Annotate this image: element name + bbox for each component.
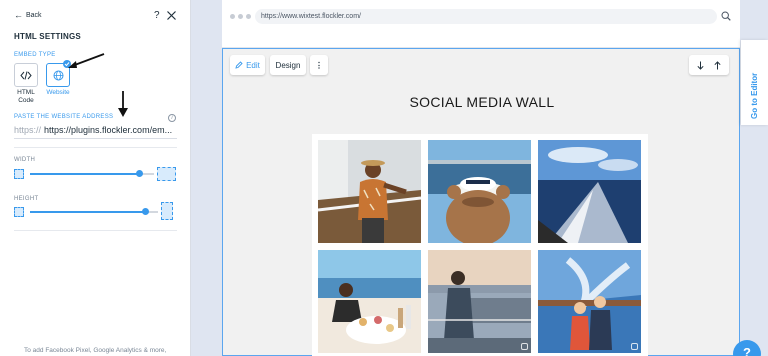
edit-label: Edit <box>246 60 260 70</box>
back-arrow-icon: ← <box>14 10 23 20</box>
move-down-icon[interactable] <box>697 61 704 70</box>
height-slider[interactable] <box>14 202 177 222</box>
annotation-arrow-icon <box>118 91 128 117</box>
url-protocol: https:// <box>14 125 42 135</box>
feed-photo[interactable] <box>538 250 641 353</box>
panel-title: HTML SETTINGS <box>14 32 81 41</box>
code-icon <box>20 70 32 80</box>
website-address-label: PASTE THE WEBSITE ADDRESS <box>14 114 114 120</box>
feed-photo[interactable] <box>318 250 421 353</box>
instagram-icon <box>631 343 638 350</box>
wall-title: SOCIAL MEDIA WALL <box>409 94 555 110</box>
feed-photo[interactable] <box>428 250 531 353</box>
go-to-editor-label: Go to Editor <box>750 72 759 119</box>
url-value: https://plugins.flockler.com/em... <box>44 125 173 135</box>
footnote-text: To add Facebook Pixel, Google Analytics … <box>24 347 167 354</box>
instagram-icon <box>521 343 528 350</box>
divider <box>14 147 177 148</box>
annotation-arrow-icon <box>68 53 105 68</box>
pencil-icon <box>235 61 243 69</box>
more-button[interactable]: ⋮ <box>310 55 328 75</box>
embed-option-html-code-label: HTML Code <box>17 89 35 104</box>
address-bar[interactable]: https://www.wixtest.flockler.com/ <box>255 9 717 24</box>
arrange-buttons <box>689 55 729 75</box>
edit-button[interactable]: Edit <box>230 55 265 75</box>
selected-check-icon <box>63 60 71 68</box>
feed-photo[interactable] <box>538 140 641 243</box>
width-max-icon <box>157 167 176 181</box>
width-slider[interactable] <box>14 164 177 184</box>
social-feed-grid <box>312 134 648 356</box>
move-up-icon[interactable] <box>714 60 721 70</box>
divider <box>14 230 177 231</box>
help-button[interactable]: ? <box>154 10 160 21</box>
embed-option-html-code[interactable] <box>14 63 38 87</box>
design-button[interactable]: Design <box>270 55 306 75</box>
info-icon[interactable]: i <box>168 114 176 122</box>
width-slider-handle[interactable] <box>136 170 143 177</box>
go-to-editor-button[interactable]: Go to Editor <box>741 40 768 125</box>
window-dots <box>230 14 251 19</box>
zoom-icon[interactable] <box>721 11 731 21</box>
height-slider-handle[interactable] <box>142 208 149 215</box>
width-min-icon <box>14 169 24 179</box>
height-slider-fill <box>30 211 145 213</box>
close-icon[interactable] <box>166 10 177 21</box>
back-label: Back <box>26 12 42 19</box>
website-address-field[interactable]: https:// https://plugins.flockler.com/em… <box>14 122 177 139</box>
back-button[interactable]: ← Back <box>14 11 42 20</box>
height-max-icon <box>161 202 173 220</box>
site-preview: https://www.wixtest.flockler.com/ Edit D… <box>222 0 740 356</box>
height-min-icon <box>14 207 24 217</box>
browser-chrome: https://www.wixtest.flockler.com/ <box>222 0 740 48</box>
html-embed-widget[interactable]: Edit Design ⋮ SOCIAL MEDIA WALL <box>222 48 740 356</box>
width-label: WIDTH <box>14 157 36 163</box>
html-settings-panel: ← Back ? HTML SETTINGS EMBED TYPE HTML C… <box>0 0 191 356</box>
globe-icon <box>53 70 63 80</box>
feed-photo[interactable] <box>318 140 421 243</box>
width-slider-fill <box>30 173 139 175</box>
embed-type-label: EMBED TYPE <box>14 52 56 58</box>
embed-option-website-label: Website <box>46 89 70 96</box>
feed-photo[interactable] <box>428 140 531 243</box>
